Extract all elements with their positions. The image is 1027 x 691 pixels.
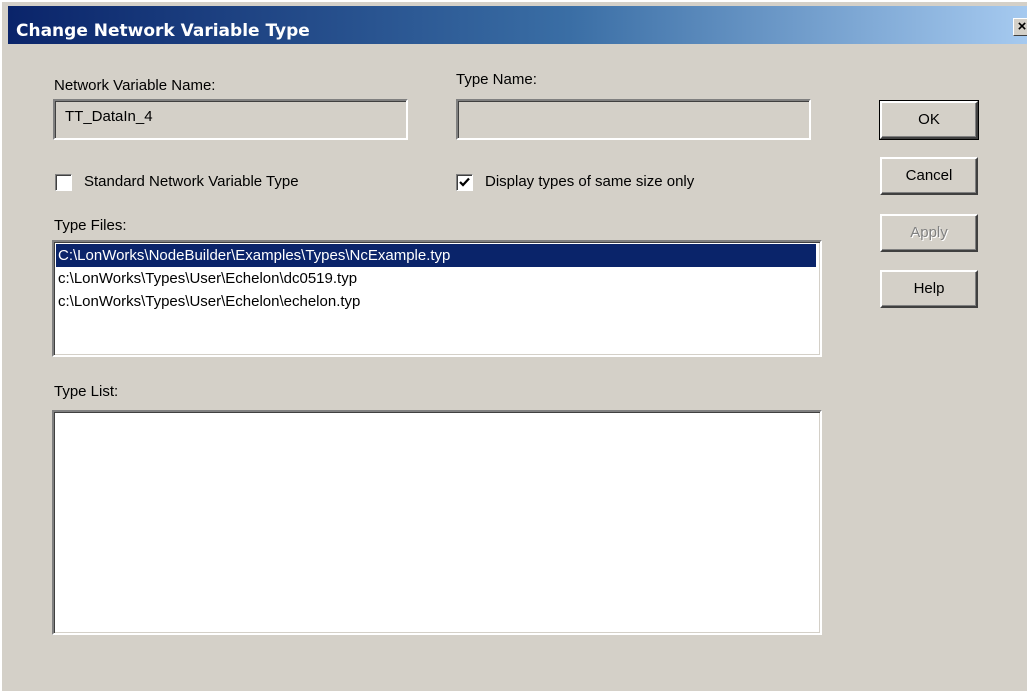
nv-name-field[interactable]: TT_DataIn_4 xyxy=(53,99,408,140)
standard-nv-type-label[interactable]: Standard Network Variable Type xyxy=(84,173,299,190)
nv-name-value: TT_DataIn_4 xyxy=(65,108,153,125)
close-icon: × xyxy=(1017,18,1027,35)
type-list-label: Type List: xyxy=(54,383,119,400)
ok-button[interactable]: OK xyxy=(879,100,979,140)
same-size-only-label[interactable]: Display types of same size only xyxy=(485,173,694,190)
change-nv-type-dialog: Change Network Variable Type × Network V… xyxy=(0,0,1027,691)
type-name-label: Type Name: xyxy=(456,71,537,88)
apply-button-label: Apply xyxy=(910,224,948,241)
nv-name-label: Network Variable Name: xyxy=(54,77,216,94)
title-bar[interactable]: Change Network Variable Type xyxy=(8,6,1027,44)
type-file-item[interactable]: c:\LonWorks\Types\User\Echelon\dc0519.ty… xyxy=(56,267,816,290)
cancel-button[interactable]: Cancel xyxy=(880,157,978,195)
help-button-label: Help xyxy=(913,280,945,297)
type-files-label: Type Files: xyxy=(54,217,127,234)
ok-button-label: OK xyxy=(918,111,940,128)
type-list-listbox[interactable] xyxy=(52,410,822,635)
help-button[interactable]: Help xyxy=(880,270,978,308)
cancel-button-label: Cancel xyxy=(905,167,953,184)
same-size-only-checkbox[interactable] xyxy=(456,174,473,191)
type-file-item[interactable]: C:\LonWorks\NodeBuilder\Examples\Types\N… xyxy=(56,244,816,267)
checkmark-icon xyxy=(459,177,470,187)
standard-nv-type-checkbox[interactable] xyxy=(55,174,72,191)
apply-button[interactable]: Apply xyxy=(880,214,978,252)
close-button[interactable]: × xyxy=(1013,18,1027,36)
type-files-listbox[interactable]: C:\LonWorks\NodeBuilder\Examples\Types\N… xyxy=(52,240,822,357)
window-title: Change Network Variable Type xyxy=(16,21,310,41)
type-file-item[interactable]: c:\LonWorks\Types\User\Echelon\echelon.t… xyxy=(56,290,816,313)
type-name-field[interactable] xyxy=(456,99,811,140)
